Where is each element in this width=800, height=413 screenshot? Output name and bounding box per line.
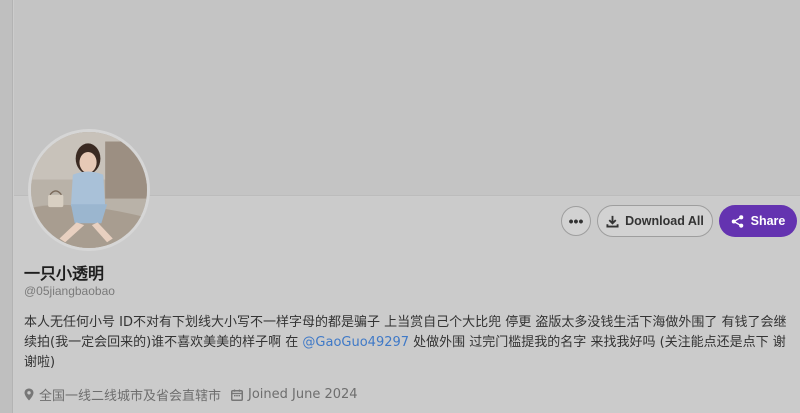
left-rail [0, 0, 13, 413]
share-icon [731, 214, 743, 228]
download-all-button[interactable]: Download All [597, 205, 713, 237]
more-options-button[interactable]: ••• [561, 206, 591, 236]
joined-item: Joined June 2024 [231, 387, 358, 402]
avatar[interactable] [28, 129, 150, 251]
map-pin-icon [24, 388, 34, 401]
more-options-icon: ••• [568, 213, 584, 229]
share-button[interactable]: Share [719, 205, 797, 237]
profile-bio: 本人无任何小号 ID不对有下划线大小写不一样字母的都是骗子 上当赏自己个大比兜 … [24, 313, 796, 373]
profile-meta: 全国一线二线城市及省会直辖市 Joined June 2024 [24, 385, 358, 404]
share-label: Share [750, 214, 786, 228]
joined-date: Joined June 2024 [248, 387, 358, 402]
location-text: 全国一线二线城市及省会直辖市 [39, 389, 222, 404]
download-all-label: Download All [625, 214, 704, 228]
bio-mention-link[interactable]: @GaoGuo49297 [302, 335, 409, 350]
calendar-icon [231, 389, 244, 401]
avatar-photo [31, 132, 147, 248]
username-handle: @05jiangbaobao [24, 284, 115, 298]
location-item: 全国一线二线城市及省会直辖市 [24, 385, 221, 404]
display-name: 一只小透明 [24, 264, 105, 283]
download-icon [606, 215, 619, 228]
